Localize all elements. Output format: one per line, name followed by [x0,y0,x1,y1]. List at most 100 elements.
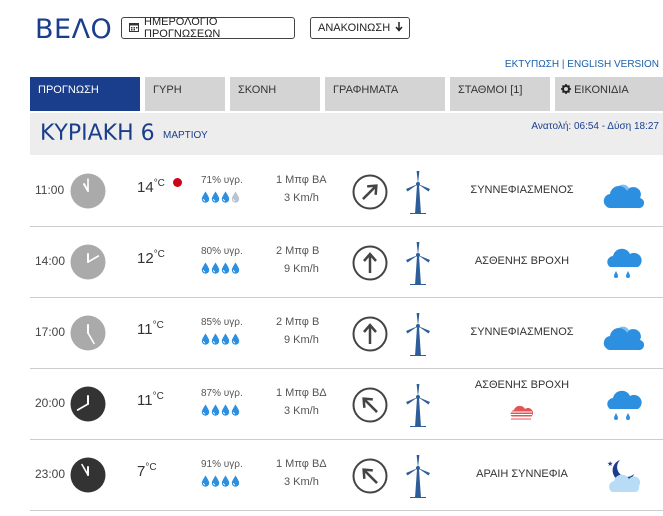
clock-icon [70,315,106,351]
tab-forecast[interactable]: ΠΡΟΓΝΩΣΗ [30,77,140,111]
clock-icon [70,244,106,280]
cloudy-icon [603,184,644,209]
humidity-drop-icon [221,333,230,345]
rain-icon [607,248,642,278]
top-links: ΕΚΤΥΠΩΣΗ | ENGLISH VERSION [505,59,659,70]
tab-pollen[interactable]: ΓΥΡΗ [145,77,225,111]
wind-direction-icon [352,387,388,423]
print-link[interactable]: ΕΚΤΥΠΩΣΗ [505,59,559,70]
page-title: ΒΕΛΟ [35,14,113,45]
humidity-drop-icon [231,191,240,203]
wind-turbine-icon [406,455,430,498]
humidity-drop-icon [221,475,230,487]
table-row: 23:00 7°C 91% υγρ. 1 Μπφ ΒΔ 3 Km/h ΑΡΑΙΗ ΣΥΝΝ… [30,440,663,511]
row-wind-speed: 3 Km/h [284,405,319,417]
humidity-drop-icon [201,333,210,345]
table-row: 17:00 11°C 85% υγρ. 2 Μπφ Β 9 Km/h ΣΥΝΝΕΦΙΑΣΜ… [30,298,663,369]
row-wind-speed: 3 Km/h [284,476,319,488]
row-wind-speed: 9 Km/h [284,263,319,275]
table-row: 11:00 14°C 71% υγρ. 1 Μπφ ΒΑ 3 Km/h ΣΥΝΝΕΦΙΑΣ… [30,156,663,227]
row-humidity: 80% υγρ. [201,246,243,257]
row-time: 11:00 [35,183,65,197]
row-wind-speed: 9 Km/h [284,334,319,346]
row-wind-beaufort: 2 Μπφ Β [276,316,320,328]
table-row: 20:00 11°C 87% υγρ. 1 Μπφ ΒΔ 3 Km/h ΑΣΘΕΝΗΣ Β… [30,369,663,440]
humidity-drop-icon [221,191,230,203]
humidity-drops [201,403,241,417]
humidity-drop-icon [231,333,240,345]
humidity-drop-icon [221,262,230,274]
row-humidity: 91% υγρ. [201,459,243,470]
rain-icon [607,390,642,420]
svg-text:★: ★ [607,460,613,468]
row-description: ΣΥΝΝΕΦΙΑΣΜΕΝΟΣ [470,184,574,196]
row-temperature: 11°C [137,391,164,409]
day-name: ΚΥΡΙΑΚΗ 6 [40,121,155,146]
humidity-drop-icon [201,475,210,487]
row-temperature: 11°C [137,320,164,338]
announcement-button[interactable]: ΑΝΑΚΟΙΝΩΣΗ [310,17,410,39]
day-month: ΜΑΡΤΙΟΥ [163,130,208,141]
clock-icon [70,173,106,209]
sunrise-sunset: Ανατολή: 06:54 - Δύση 18:27 [531,121,659,132]
forecast-calendar-button[interactable]: ΗΜΕΡΟΛΟΓΙΟ ΠΡΟΓΝΩΣΕΩΝ [121,16,295,40]
humidity-drop-icon [231,262,240,274]
row-description: ΣΥΝΝΕΦΙΑΣΜΕΝΟΣ [470,326,574,338]
table-row: 14:00 12°C 80% υγρ. 2 Μπφ Β 9 Km/h ΑΣΘΕΝΗΣ ΒΡ… [30,227,663,298]
fog-icon [510,405,533,420]
calendar-button-label: ΗΜΕΡΟΛΟΓΙΟ ΠΡΟΓΝΩΣΕΩΝ [144,16,221,40]
row-description: ΑΣΘΕΝΗΣ ΒΡΟΧΗ [474,255,570,267]
row-time: 20:00 [35,396,66,410]
row-temperature: 7°C [137,462,157,480]
humidity-drop-icon [221,404,230,416]
clock-icon [70,386,106,422]
row-wind-beaufort: 1 Μπφ ΒΑ [276,174,327,186]
wind-direction-icon [352,316,388,352]
english-version-link[interactable]: ENGLISH VERSION [567,59,659,70]
row-humidity: 71% υγρ. [201,175,243,186]
gear-icon [561,84,574,96]
wind-direction-icon [352,458,388,494]
wind-direction-icon [352,174,388,210]
arrow-down-icon [395,21,403,35]
row-description: ΑΡΑΙΗ ΣΥΝΝΕΦΙΑ [476,468,568,480]
row-wind-beaufort: 1 Μπφ ΒΔ [276,387,327,399]
clock-icon [70,457,106,493]
alert-dot [173,178,182,187]
humidity-drops [201,190,241,204]
row-time: 23:00 [35,467,66,481]
humidity-drop-icon [211,404,220,416]
humidity-drop-icon [231,404,240,416]
row-wind-beaufort: 1 Μπφ ΒΔ [276,458,327,470]
humidity-drops [201,261,241,275]
row-humidity: 85% υγρ. [201,317,243,328]
humidity-drop-icon [201,404,210,416]
humidity-drops [201,332,241,346]
links-separator: | [561,59,565,70]
row-humidity: 87% υγρ. [201,388,243,399]
row-temperature: 14°C [137,178,165,196]
tab-stations[interactable]: ΣΤΑΘΜΟΙ [1] [450,77,550,111]
row-time: 14:00 [35,254,66,268]
humidity-drop-icon [201,262,210,274]
humidity-drop-icon [211,333,220,345]
humidity-drop-icon [201,191,210,203]
humidity-drop-icon [231,475,240,487]
row-wind-speed: 3 Km/h [284,192,319,204]
humidity-drop-icon [211,191,220,203]
calendar-icon [129,22,139,35]
tab-charts[interactable]: ΓΡΑΦΗΜΑΤΑ [325,77,445,111]
row-wind-beaufort: 2 Μπφ Β [276,245,320,257]
row-time: 17:00 [35,325,66,339]
tab-dust[interactable]: ΣΚΟΝΗ [230,77,320,111]
humidity-drop-icon [211,475,220,487]
wind-turbine-icon [406,171,430,214]
tab-bar: ΠΡΟΓΝΩΣΗ ΓΥΡΗ ΣΚΟΝΗ ΓΡΑΦΗΜΑΤΑ ΣΤΑΘΜΟΙ [1… [30,77,663,111]
tab-icons[interactable]: ΕΙΚΟΝΙΔΙΑ [555,77,663,111]
wind-direction-icon [352,245,388,281]
announcement-button-label: ΑΝΑΚΟΙΝΩΣΗ [318,22,391,34]
wind-turbine-icon [406,313,430,356]
humidity-drops [201,474,241,488]
day-header: ΚΥΡΙΑΚΗ 6 ΜΑΡΤΙΟΥ Ανατολή: 06:54 - Δύση … [30,113,663,155]
row-temperature: 12°C [137,249,165,267]
